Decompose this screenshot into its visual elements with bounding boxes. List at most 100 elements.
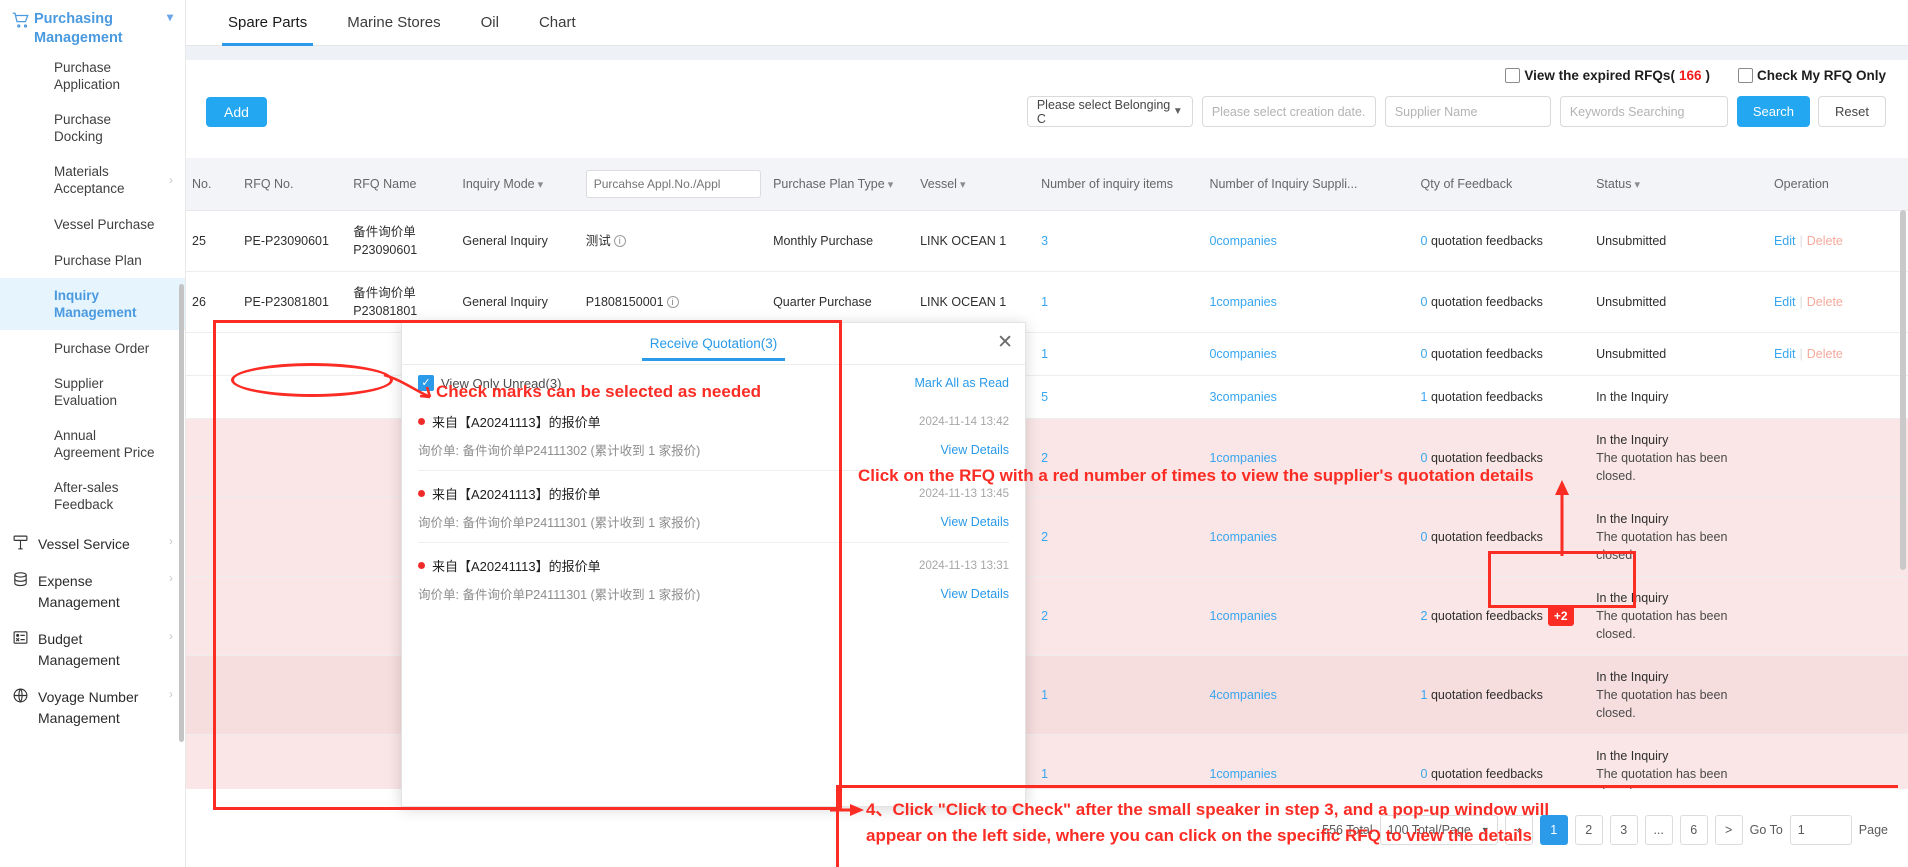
sidebar-item-inquiry-management[interactable]: Inquiry Management bbox=[0, 278, 185, 330]
list-item[interactable]: 来自【A20241113】的报价单 2024-11-14 13:42 询价单: … bbox=[418, 399, 1009, 471]
th-status[interactable]: Status bbox=[1590, 158, 1768, 211]
th-inquiry-mode[interactable]: Inquiry Mode bbox=[456, 158, 580, 211]
feedback-count[interactable]: 0 bbox=[1421, 451, 1428, 465]
edit-link[interactable]: Edit bbox=[1774, 347, 1796, 361]
popup-subheader: ✓ View Only Unread(3) Mark All as Read bbox=[402, 365, 1025, 399]
items-link[interactable]: 2 bbox=[1041, 451, 1048, 465]
items-link[interactable]: 3 bbox=[1041, 234, 1048, 248]
receive-quotation-popup: Receive Quotation(3) ✕ ✓ View Only Unrea… bbox=[401, 322, 1026, 807]
table-scrollbar[interactable] bbox=[1900, 210, 1906, 570]
view-details-link[interactable]: View Details bbox=[940, 515, 1009, 529]
page-2-button[interactable]: 2 bbox=[1574, 815, 1603, 845]
keywords-search-input[interactable]: Keywords Searching bbox=[1559, 96, 1728, 127]
page-3-button[interactable]: 3 bbox=[1609, 815, 1638, 845]
edit-link[interactable]: Edit bbox=[1774, 234, 1796, 248]
suppliers-link[interactable]: 1companies bbox=[1209, 609, 1276, 623]
sidebar-item-expense-management[interactable]: Expense Management › bbox=[0, 559, 185, 617]
feedback-count[interactable]: 0 bbox=[1421, 295, 1428, 309]
cell-feedback-highlighted[interactable]: 2 quotation feedbacks +2 bbox=[1414, 576, 1591, 656]
belonging-company-select[interactable]: Please select Belonging C ▼ bbox=[1026, 96, 1193, 127]
checkbox-view-expired-rfqs[interactable]: View the expired RFQs(166) bbox=[1505, 68, 1710, 83]
checkbox-box[interactable] bbox=[1505, 68, 1521, 83]
th-purchase-plan-type[interactable]: Purchase Plan Type bbox=[767, 158, 915, 211]
sidebar-item-vessel-purchase[interactable]: Vessel Purchase bbox=[0, 206, 185, 242]
items-link[interactable]: 1 bbox=[1041, 767, 1048, 781]
th-vessel[interactable]: Vessel bbox=[914, 158, 1036, 211]
info-icon[interactable]: i bbox=[666, 296, 679, 308]
suppliers-link[interactable]: 1companies bbox=[1209, 530, 1276, 544]
sidebar-item-voyage-number-management[interactable]: Voyage Number Management › bbox=[0, 675, 185, 733]
view-details-link[interactable]: View Details bbox=[940, 587, 1009, 601]
next-page-button[interactable]: > bbox=[1714, 815, 1743, 845]
suppliers-link[interactable]: 0companies bbox=[1209, 234, 1276, 248]
sidebar-item-vessel-service[interactable]: Vessel Service › bbox=[0, 522, 185, 559]
suppliers-link[interactable]: 1companies bbox=[1209, 767, 1276, 781]
sidebar-group-purchasing[interactable]: Purchasing Management ▾ bbox=[0, 0, 185, 50]
checkbox-box-checked[interactable]: ✓ bbox=[418, 375, 434, 391]
tab-chart[interactable]: Chart bbox=[519, 0, 596, 46]
sidebar-item-purchase-order[interactable]: Purchase Order bbox=[0, 330, 185, 366]
belonging-company-value: Please select Belonging C bbox=[1036, 97, 1171, 126]
delete-link[interactable]: Delete bbox=[1807, 347, 1843, 361]
reset-button[interactable]: Reset bbox=[1818, 96, 1886, 127]
sidebar-item-supplier-evaluation[interactable]: Supplier Evaluation bbox=[0, 366, 185, 418]
feedback-count[interactable]: 2 bbox=[1421, 609, 1428, 623]
feedback-count[interactable]: 1 bbox=[1421, 390, 1428, 404]
tab-marine-stores[interactable]: Marine Stores bbox=[327, 0, 460, 46]
sidebar-item-budget-management[interactable]: Budget Management › bbox=[0, 617, 185, 675]
list-item[interactable]: 来自【A20241113】的报价单 2024-11-13 13:31 询价单: … bbox=[418, 543, 1009, 614]
delete-link[interactable]: Delete bbox=[1807, 234, 1843, 248]
checkbox-view-only-unread[interactable]: ✓ View Only Unread(3) bbox=[418, 375, 561, 391]
list-item[interactable]: 来自【A20241113】的报价单 2024-11-13 13:45 询价单: … bbox=[418, 471, 1009, 543]
checkbox-check-my-rfq-only[interactable]: Check My RFQ Only bbox=[1737, 68, 1886, 83]
sidebar-item-after-sales-feedback[interactable]: After-sales Feedback bbox=[0, 470, 185, 522]
info-icon[interactable]: i bbox=[613, 235, 626, 247]
items-link[interactable]: 1 bbox=[1041, 295, 1048, 309]
tab-oil[interactable]: Oil bbox=[461, 0, 519, 46]
suppliers-link[interactable]: 1companies bbox=[1209, 451, 1276, 465]
table-row[interactable]: 25 PE-P23090601 备件询价单P23090601 General I… bbox=[186, 210, 1908, 272]
delete-link[interactable]: Delete bbox=[1807, 295, 1843, 309]
close-icon[interactable]: ✕ bbox=[997, 333, 1013, 352]
mark-all-as-read-link[interactable]: Mark All as Read bbox=[915, 376, 1009, 390]
page-ellipsis-button[interactable]: ... bbox=[1644, 815, 1673, 845]
suppliers-link[interactable]: 0companies bbox=[1209, 347, 1276, 361]
supplier-name-input[interactable]: Supplier Name bbox=[1384, 96, 1551, 127]
feedback-count[interactable]: 0 bbox=[1421, 530, 1428, 544]
checkbox-box[interactable] bbox=[1737, 68, 1753, 83]
suppliers-link[interactable]: 3companies bbox=[1209, 390, 1276, 404]
sidebar-item-materials-acceptance[interactable]: Materials Acceptance › bbox=[0, 154, 185, 206]
feedback-count[interactable]: 0 bbox=[1421, 234, 1428, 248]
items-link[interactable]: 2 bbox=[1041, 530, 1048, 544]
items-link[interactable]: 1 bbox=[1041, 347, 1048, 361]
popup-tab-receive-quotation[interactable]: Receive Quotation(3) bbox=[641, 336, 785, 361]
sidebar-item-purchase-docking[interactable]: Purchase Docking bbox=[0, 102, 185, 154]
items-link[interactable]: 2 bbox=[1041, 609, 1048, 623]
sidebar-item-purchase-plan[interactable]: Purchase Plan bbox=[0, 242, 185, 278]
items-link[interactable]: 5 bbox=[1041, 390, 1048, 404]
suppliers-link[interactable]: 1companies bbox=[1209, 295, 1276, 309]
purchase-appl-input[interactable] bbox=[585, 170, 762, 198]
view-details-link[interactable]: View Details bbox=[940, 443, 1009, 457]
search-button[interactable]: Search bbox=[1736, 96, 1811, 127]
page-1-button[interactable]: 1 bbox=[1539, 815, 1568, 845]
feedback-count[interactable]: 1 bbox=[1421, 688, 1428, 702]
feedback-count[interactable]: 0 bbox=[1421, 767, 1428, 781]
page-size-select[interactable]: 100 Total/Page ▼ bbox=[1379, 815, 1498, 845]
feedback-count[interactable]: 0 bbox=[1421, 347, 1428, 361]
prev-page-button[interactable]: ‹ bbox=[1504, 815, 1533, 845]
sidebar-item-annual-agreement-price[interactable]: Annual Agreement Price bbox=[0, 418, 185, 470]
creation-date-input[interactable]: Please select creation date. bbox=[1201, 96, 1376, 127]
sidebar-item-purchase-application[interactable]: Purchase Application bbox=[0, 50, 185, 102]
page-6-button[interactable]: 6 bbox=[1679, 815, 1708, 845]
goto-page-input[interactable]: 1 bbox=[1789, 815, 1852, 845]
paren: ) bbox=[1705, 68, 1710, 83]
chevron-down-icon[interactable]: ▾ bbox=[157, 10, 173, 24]
add-button[interactable]: Add bbox=[206, 96, 267, 127]
sidebar-scrollbar[interactable] bbox=[179, 284, 184, 742]
cell-feedback: 0 quotation feedbacks bbox=[1414, 497, 1591, 577]
tab-spare-parts[interactable]: Spare Parts bbox=[208, 0, 327, 46]
items-link[interactable]: 1 bbox=[1041, 688, 1048, 702]
suppliers-link[interactable]: 4companies bbox=[1209, 688, 1276, 702]
edit-link[interactable]: Edit bbox=[1774, 295, 1796, 309]
